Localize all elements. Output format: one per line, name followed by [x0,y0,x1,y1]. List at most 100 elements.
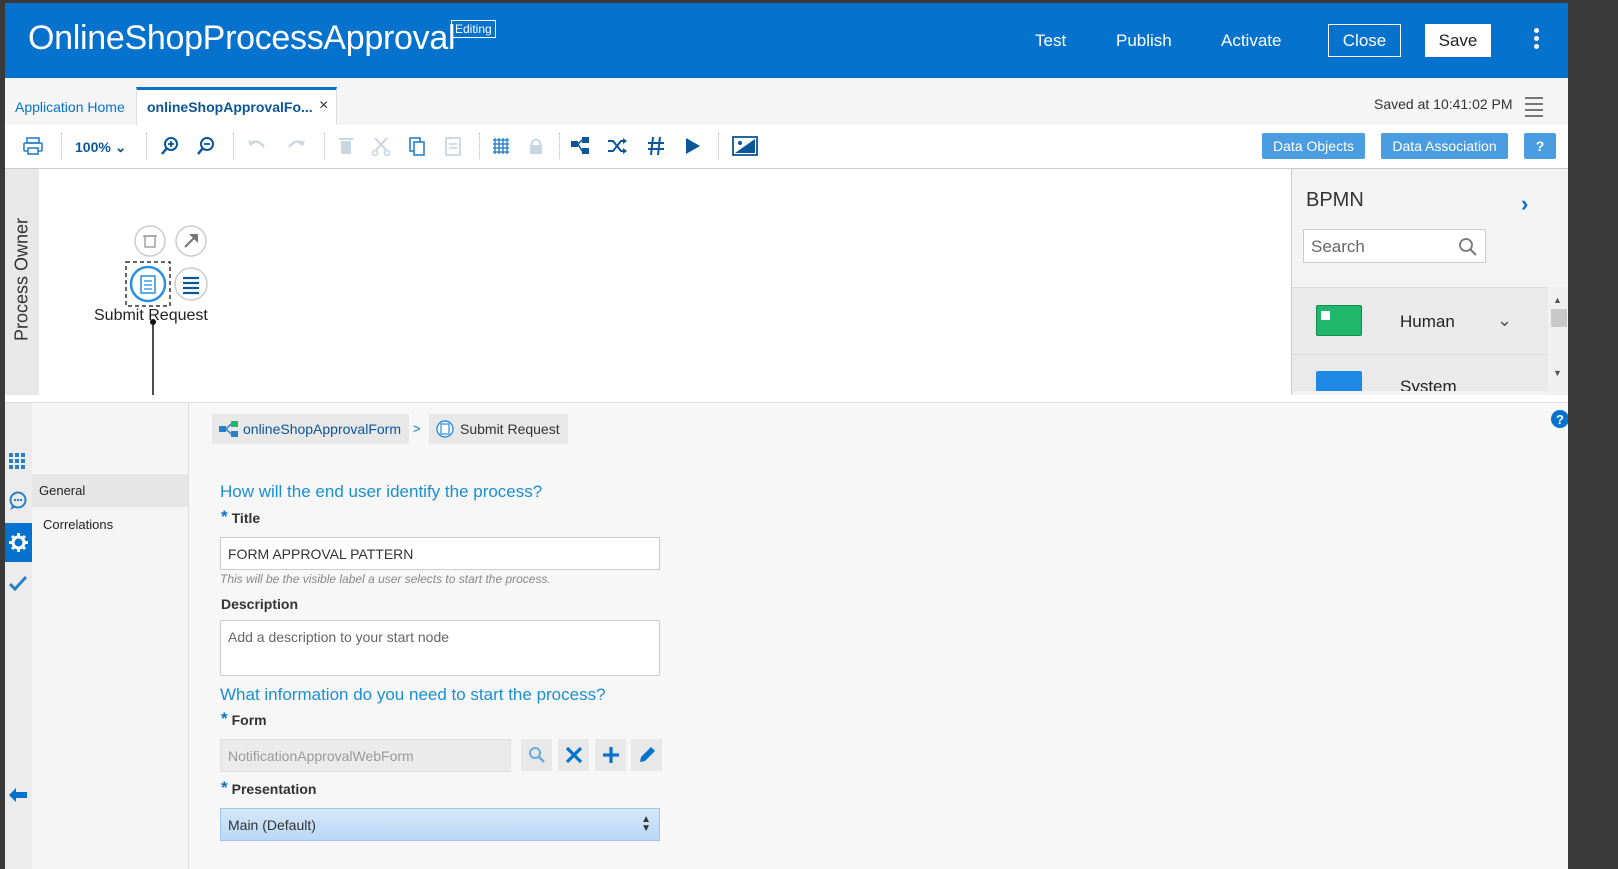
description-label: Description [221,596,299,612]
pencil-icon [640,747,655,762]
presentation-label-text: Presentation [231,781,317,797]
title-input[interactable]: FORM APPROVAL PATTERN [220,537,660,570]
hash-icon[interactable] [645,135,667,157]
edit-form-button[interactable] [631,739,662,771]
search-placeholder: Search [1311,237,1365,256]
tab-label: onlineShopApprovalFo... [147,99,313,115]
presentation-select[interactable]: Main (Default) ▲ ▼ [220,808,660,841]
chevron-right-icon[interactable]: › [1521,191,1528,217]
form-label-text: Form [231,712,267,728]
chevron-down-icon: ⌄ [114,139,127,155]
title-label: * Title [221,507,261,528]
paste-icon [442,135,464,157]
header-bar: OnlineShopProcessApproval Editing Test P… [5,3,1568,78]
shuffle-icon[interactable] [606,135,628,157]
form-label: * Form [221,709,267,730]
presentation-value: Main (Default) [228,817,316,833]
human-task-icon [1316,305,1362,336]
settings-tab[interactable] [5,523,32,562]
layout-icon[interactable] [569,135,591,157]
palette-scrollbar[interactable]: ▲ ▼ [1549,287,1568,395]
app-window: OnlineShopProcessApproval Editing Test P… [5,3,1568,869]
form-field: NotificationApprovalWebForm [220,739,511,772]
nav-item-general[interactable]: General [32,474,188,507]
palette-item-label: Human [1400,312,1455,331]
activate-button[interactable]: Activate [1221,31,1281,51]
form-task-icon [436,420,454,438]
app-title: OnlineShopProcessApproval [28,19,456,57]
help-circle-icon[interactable]: ? [1550,409,1568,429]
palette-item-human[interactable]: Human ⌄ [1292,287,1548,355]
svg-text:?: ? [1556,412,1564,427]
nav-item-correlations[interactable]: Correlations [43,517,113,532]
search-form-button[interactable] [521,739,552,771]
breadcrumb-process-label: onlineShopApprovalForm [243,421,401,437]
process-canvas[interactable]: Process Owner Submit Request [5,169,1291,395]
section-heading-identify: How will the end user identify the proce… [220,482,543,501]
search-icon [529,747,545,763]
title-hint: This will be the visible label a user se… [220,572,551,586]
saved-status: Saved at 10:41:02 PM [1374,96,1513,112]
swimlane-label: Process Owner [11,217,32,342]
zoom-out-icon[interactable] [195,135,217,157]
properties-nav: General Correlations [32,403,189,869]
system-task-icon [1316,371,1362,391]
play-icon[interactable] [681,135,703,157]
redo-icon [285,135,307,157]
process-icon [219,421,238,437]
copy-icon[interactable] [406,135,428,157]
breadcrumb-node: Submit Request [429,414,568,444]
image-export-icon[interactable] [732,135,758,157]
comment-icon[interactable] [8,491,28,511]
grid-view-icon[interactable] [9,453,27,469]
save-button[interactable]: Save [1425,24,1491,57]
close-icon [565,746,583,764]
publish-button[interactable]: Publish [1116,31,1172,51]
swimlane-header: Process Owner [5,169,39,395]
print-icon[interactable] [22,135,44,157]
clear-form-button[interactable] [558,739,589,771]
toolbar: 100% ⌄ Data Objects Data Association ? [5,125,1568,169]
help-button[interactable]: ? [1524,133,1556,159]
zoom-dropdown[interactable]: 100% ⌄ [75,139,126,156]
delete-icon [335,135,357,157]
chevron-down-icon[interactable]: ⌄ [1497,310,1512,331]
properties-rail [5,403,32,869]
lock-icon [525,135,547,157]
zoom-in-icon[interactable] [159,135,181,157]
arrow-left-icon[interactable] [9,788,27,802]
select-arrows-icon: ▲ ▼ [641,814,651,834]
presentation-label: * Presentation [221,778,317,799]
node-label: Submit Request [94,307,208,324]
tab-close-icon[interactable]: × [319,97,328,115]
breadcrumb-node-label: Submit Request [460,421,560,437]
cut-icon [370,135,392,157]
hamburger-menu-icon[interactable] [1525,97,1543,121]
section-heading-info: What information do you need to start th… [220,685,606,704]
palette-title: BPMN [1306,189,1364,211]
required-marker: * [221,778,228,797]
close-button[interactable]: Close [1328,24,1401,57]
search-icon[interactable] [1458,237,1478,257]
add-form-button[interactable] [595,739,626,771]
checkmark-icon[interactable] [9,575,27,591]
breadcrumb-process[interactable]: onlineShopApprovalForm [212,414,409,444]
data-objects-button[interactable]: Data Objects [1262,133,1365,159]
required-marker: * [221,507,228,526]
more-menu-icon[interactable] [1530,28,1542,54]
title-label-text: Title [231,510,261,526]
test-button[interactable]: Test [1035,31,1066,51]
data-association-button[interactable]: Data Association [1381,133,1508,159]
editing-badge: Editing [451,20,496,38]
bpmn-palette: BPMN › Search Human ⌄ System ▲ ▼ [1291,169,1568,395]
required-marker: * [221,709,228,728]
tab-online-shop-approval-form[interactable]: onlineShopApprovalFo... × [136,87,337,125]
description-textarea[interactable]: Add a description to your start node [220,620,660,676]
splitter[interactable] [5,395,1568,403]
tab-bar: Application Home onlineShopApprovalFo...… [5,78,1568,125]
palette-item-system[interactable]: System [1292,355,1548,391]
tab-application-home[interactable]: Application Home [15,99,125,115]
grid-icon[interactable] [490,135,512,157]
palette-item-label: System [1400,377,1457,391]
undo-icon [246,135,268,157]
